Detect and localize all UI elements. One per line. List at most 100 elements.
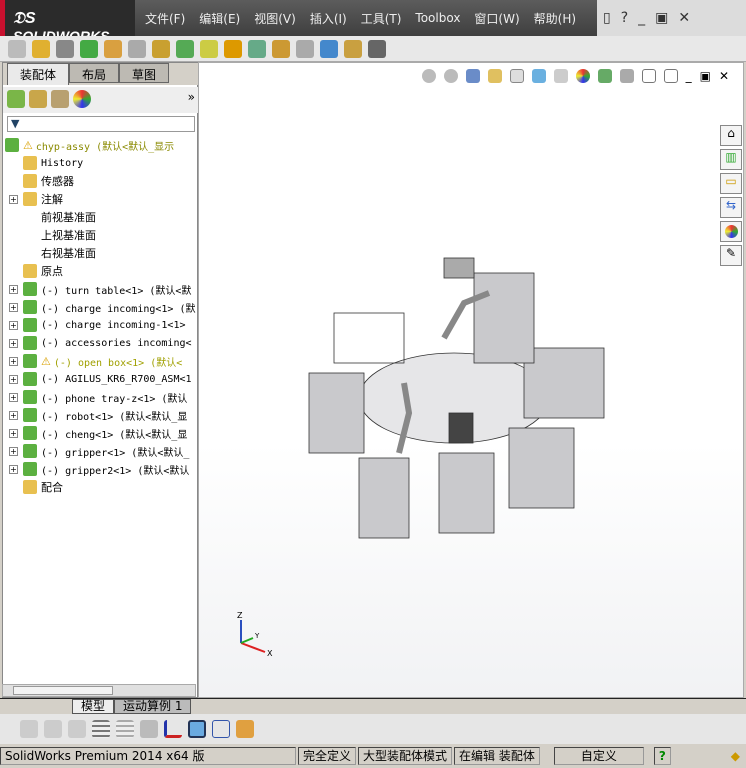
expand-toggle[interactable]: + [9, 356, 18, 366]
section-view-icon[interactable] [487, 69, 502, 83]
toolbar-tool-icon[interactable] [80, 39, 98, 58]
tree-item[interactable]: + (-) gripper2<1> (默认<默认 [3, 460, 197, 478]
bottom-tab-1[interactable]: 运动算例 1 [114, 699, 192, 714]
assembly-model[interactable] [294, 253, 654, 553]
table-icon[interactable] [212, 720, 230, 738]
tree-item[interactable]: ⚠ chyp-assy (默认<默认_显示 [3, 136, 197, 154]
close-button[interactable]: ✕ [678, 10, 690, 26]
restore-doc-button[interactable]: ▣ [700, 69, 711, 83]
expand-toggle[interactable]: + [9, 338, 18, 348]
toolbar-tool-icon[interactable] [176, 39, 194, 58]
configuration-manager-icon[interactable] [51, 90, 69, 108]
tree-item[interactable]: History [3, 154, 197, 172]
display-manager-icon[interactable] [73, 90, 91, 108]
expand-toggle[interactable]: + [9, 194, 18, 204]
tree-item[interactable]: 传感器 [3, 172, 197, 190]
tab-2[interactable]: 草图 [119, 63, 170, 83]
edit-icon[interactable] [236, 720, 254, 738]
previous-view-icon[interactable] [465, 69, 480, 83]
tree-item[interactable]: + 注解 [3, 190, 197, 208]
close-doc-button[interactable]: ✕ [719, 69, 729, 83]
tree-horizontal-scrollbar[interactable] [2, 684, 196, 697]
menu-item[interactable]: Toolbox [415, 11, 460, 25]
toolbar-tool-icon[interactable] [200, 39, 218, 58]
tree-item[interactable]: 原点 [3, 262, 197, 280]
toolbar-tool-icon[interactable] [272, 39, 290, 58]
list-icon[interactable] [92, 720, 110, 738]
tree-item[interactable]: + ⚠ (-) open box<1> (默认< [3, 352, 197, 370]
view-cube-icon[interactable] [188, 720, 206, 738]
zoom-area-icon[interactable] [443, 69, 458, 83]
restore-button[interactable]: ▣ [655, 10, 668, 26]
tree-item[interactable]: + (-) phone tray-z<1> (默认 [3, 388, 197, 406]
tag-icon[interactable]: ◆ [731, 749, 740, 763]
units-dropdown[interactable]: 自定义 [553, 747, 644, 765]
tile-right-icon[interactable] [663, 69, 678, 83]
home-icon[interactable]: ⌂ [720, 125, 742, 146]
expand-toggle[interactable]: + [9, 428, 18, 438]
toolbar-tool-icon[interactable] [368, 39, 386, 58]
view-palette-icon[interactable]: ⇆ [720, 197, 742, 218]
custom-properties-icon[interactable]: ✎ [720, 245, 742, 266]
toolbar-tool-icon[interactable] [128, 39, 146, 58]
expand-toggle[interactable]: + [9, 374, 18, 384]
toolbar-tool-icon[interactable] [344, 39, 362, 58]
bottom-tab-0[interactable]: 模型 [72, 699, 115, 714]
toolbar-tool-icon[interactable] [320, 39, 338, 58]
design-library-icon[interactable]: ▥ [720, 149, 742, 170]
toolbar-tool-icon[interactable] [8, 39, 26, 58]
file-explorer-icon[interactable]: ▭ [720, 173, 742, 194]
tree-item[interactable]: 上视基准面 [3, 226, 197, 244]
tree-item[interactable]: 配合 [3, 478, 197, 496]
expand-toggle[interactable]: + [9, 320, 18, 330]
tab-0[interactable]: 装配体 [7, 63, 70, 85]
toolbar-tool-icon[interactable] [104, 39, 122, 58]
menu-item[interactable]: 视图(V) [254, 10, 296, 27]
tree-item[interactable]: + (-) AGILUS_KR6_R700_ASM<1 [3, 370, 197, 388]
tab-1[interactable]: 布局 [69, 63, 120, 83]
new-document-icon[interactable]: ▯ [603, 10, 611, 26]
toolbar-tool-icon[interactable] [56, 39, 74, 58]
toolbar-tool-icon[interactable] [296, 39, 314, 58]
tree-item[interactable]: + (-) gripper<1> (默认<默认_ [3, 442, 197, 460]
expand-toggle[interactable]: + [9, 446, 18, 456]
expand-toggle[interactable]: + [9, 284, 18, 294]
expand-toggle[interactable]: + [9, 410, 18, 420]
help-icon[interactable]: ? [621, 10, 628, 26]
render-icon[interactable] [20, 720, 38, 738]
solidworks-logo[interactable]: 𝔇S SOLIDWORKS [0, 0, 135, 44]
axis-icon[interactable] [164, 720, 182, 738]
menu-item[interactable]: 插入(I) [310, 10, 347, 27]
tile-left-icon[interactable] [641, 69, 656, 83]
align-icon[interactable] [140, 720, 158, 738]
tree-item[interactable]: 右视基准面 [3, 244, 197, 262]
menu-item[interactable]: 编辑(E) [199, 10, 240, 27]
status-help-button[interactable]: ? [653, 747, 671, 765]
edit-appearance-icon[interactable] [575, 69, 590, 83]
expand-arrow-icon[interactable]: » [188, 90, 195, 110]
expand-toggle[interactable]: + [9, 464, 18, 474]
appearances-icon[interactable] [720, 221, 742, 242]
menu-item[interactable]: 工具(T) [361, 10, 402, 27]
menu-item[interactable]: 帮助(H) [534, 10, 576, 27]
graphics-area[interactable]: _ ▣ ✕ Z Y X [198, 62, 744, 698]
property-manager-icon[interactable] [29, 90, 47, 108]
tree-item[interactable]: + (-) accessories incoming< [3, 334, 197, 352]
toolbar-tool-icon[interactable] [224, 39, 242, 58]
toolbar-tool-icon[interactable] [248, 39, 266, 58]
zoom-fit-icon[interactable] [421, 69, 436, 83]
display-style-icon[interactable] [531, 69, 546, 83]
apply-scene-icon[interactable] [597, 69, 612, 83]
toolbar-tool-icon[interactable] [152, 39, 170, 58]
grid-list-icon[interactable] [116, 720, 134, 738]
document-icon[interactable] [44, 720, 62, 738]
hide-show-icon[interactable] [553, 69, 568, 83]
tree-item[interactable]: + (-) cheng<1> (默认<默认_显 [3, 424, 197, 442]
tree-item[interactable]: + (-) turn table<1> (默认<默 [3, 280, 197, 298]
tree-item[interactable]: + (-) robot<1> (默认<默认_显 [3, 406, 197, 424]
minimize-doc-button[interactable]: _ [686, 69, 692, 83]
tree-item[interactable]: + (-) charge incoming<1> (默 [3, 298, 197, 316]
toolbar-tool-icon[interactable] [32, 39, 50, 58]
view-settings-icon[interactable] [619, 69, 634, 83]
expand-toggle[interactable]: + [9, 392, 18, 402]
